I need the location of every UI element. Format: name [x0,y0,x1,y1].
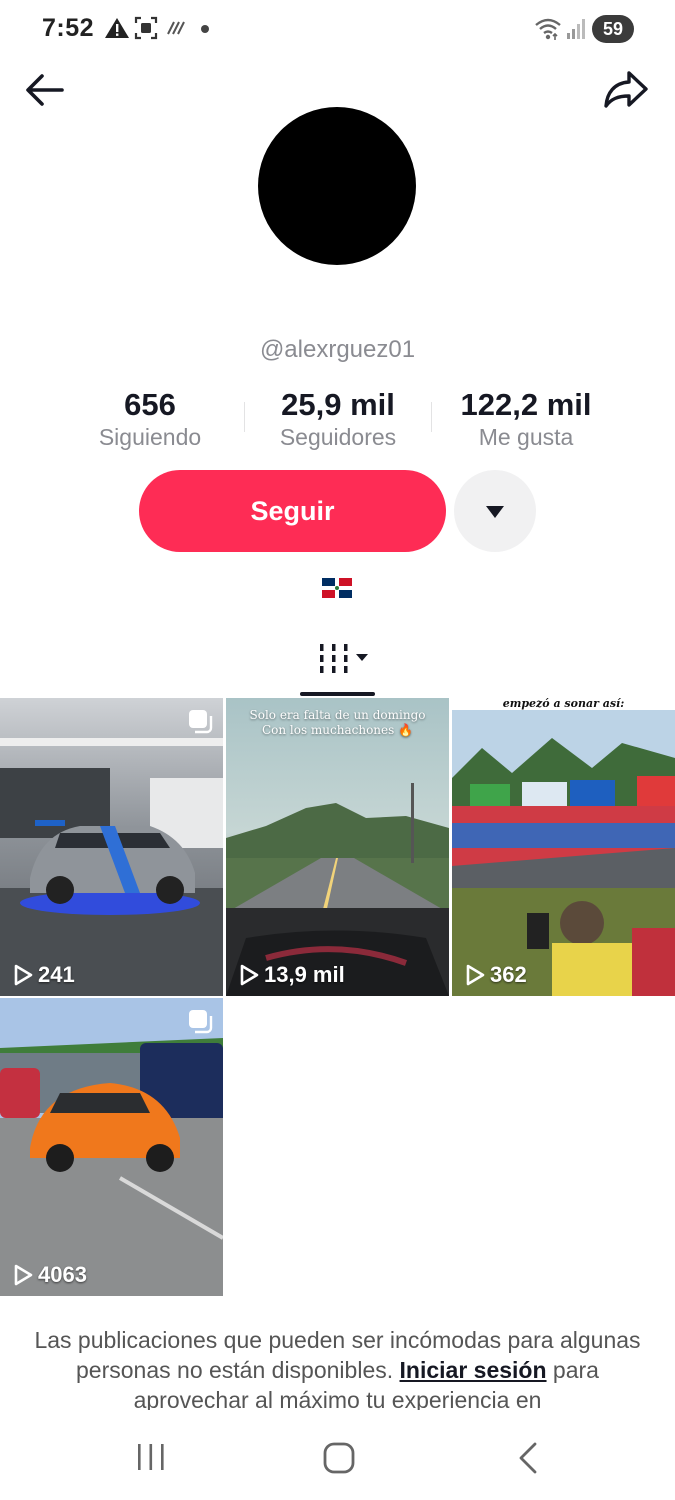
recent-apps-icon[interactable] [134,1442,168,1472]
view-count: 362 [464,962,527,988]
play-icon [14,964,33,986]
caret-down-icon [486,506,504,518]
view-count-text: 362 [490,962,527,987]
status-bar: 7:52 59 [0,0,675,60]
play-icon [466,964,485,986]
likes-label: Me gusta [478,424,574,450]
video-thumbnail [0,698,223,996]
view-count-text: 4063 [38,1262,87,1287]
view-count: 241 [12,962,75,988]
home-icon[interactable] [322,1441,356,1475]
likes-count: 122,2 mil [460,387,592,422]
video-tile[interactable]: Solo era falta de un domingo Con los muc… [226,698,449,996]
grid-icon [320,644,368,673]
system-navigation-bar [0,1410,675,1500]
view-count: 13,9 mil [238,962,345,988]
play-icon [240,964,259,986]
following-label: Siguiendo [98,424,202,450]
stat-followers[interactable]: 25,9 mil Seguidores [258,388,418,451]
video-caption: empezó a sonar así: [502,698,625,710]
restricted-content-notice: Las publicaciones que pueden ser incómod… [20,1325,655,1415]
multi-photo-icon [189,1010,213,1034]
back-icon[interactable] [515,1441,541,1475]
stat-likes: 122,2 mil Me gusta [446,388,606,451]
tab-videos[interactable] [300,636,375,696]
status-time: 7:52 [42,14,95,42]
followers-count: 25,9 mil [281,387,395,422]
view-count-text: 13,9 mil [264,962,345,987]
view-count-text: 241 [38,962,75,987]
arrow-left-icon[interactable] [24,70,66,110]
dot-icon [201,25,209,33]
video-caption: Solo era falta de un domingo Con los muc… [249,708,426,737]
video-tile[interactable]: 4063 [0,998,223,1296]
screenshot-icon [134,16,158,40]
warning-icon [105,18,129,38]
video-thumbnail [226,698,449,996]
username: @alexrguez01 [259,336,416,363]
video-thumbnail [452,698,675,996]
stat-following[interactable]: 656 Siguiendo [80,388,220,451]
video-thumbnail [0,998,223,1296]
followers-label: Seguidores [279,424,397,450]
suggested-accounts-button[interactable] [454,470,536,552]
play-icon [14,1264,33,1286]
stat-divider [244,402,245,432]
login-link[interactable]: Iniciar sesión [400,1357,547,1383]
tab-indicator [300,692,375,696]
dominican-republic-flag-icon [322,578,352,598]
signal-icon [567,19,585,39]
video-tile[interactable]: 241 [0,698,223,996]
video-tile[interactable]: empezó a sonar así: 362 [452,698,675,996]
stat-divider [431,402,432,432]
share-icon[interactable] [602,68,650,110]
battery-indicator: 59 [592,15,634,43]
view-count: 4063 [12,1262,87,1288]
wifi-icon [535,18,561,40]
following-count: 656 [124,387,176,422]
nfc-icon [167,21,185,35]
multi-photo-icon [189,710,213,734]
avatar[interactable] [258,107,416,265]
follow-button[interactable]: Seguir [139,470,446,552]
